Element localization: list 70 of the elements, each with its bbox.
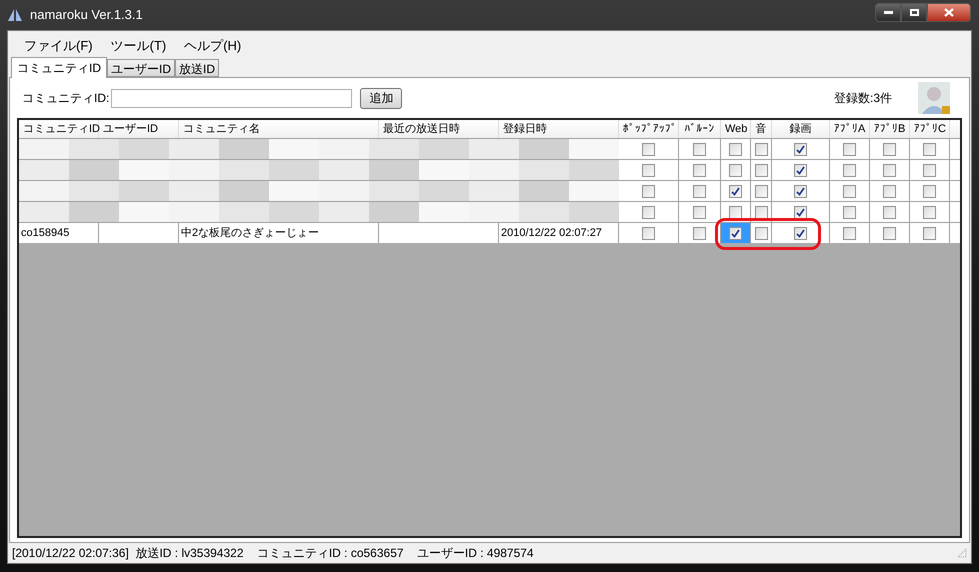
checkbox[interactable] <box>693 226 706 240</box>
checkbox[interactable] <box>843 142 856 156</box>
tab[interactable]: コミュニティID <box>11 57 107 78</box>
checkbox[interactable] <box>693 184 706 198</box>
checkbox[interactable] <box>883 226 896 240</box>
checkbox[interactable] <box>794 164 807 176</box>
checkbox[interactable] <box>794 184 807 198</box>
checkbox[interactable] <box>883 206 896 218</box>
checkbox[interactable] <box>794 206 807 218</box>
checkbox[interactable] <box>642 142 655 156</box>
checkbox[interactable] <box>729 142 742 156</box>
checkbox[interactable] <box>754 164 768 176</box>
tab[interactable]: ユーザーID <box>107 59 175 77</box>
checkbox[interactable] <box>843 226 856 240</box>
checkbox[interactable] <box>923 226 936 240</box>
menu-item[interactable]: ツール(T) <box>110 36 166 56</box>
checkmark-icon <box>796 186 805 196</box>
status-text: [2010/12/22 02:07:36] 放送ID : lv35394322 コミュニティID : co563657 ユーザーID : 4987574 <box>12 545 534 562</box>
checkbox[interactable] <box>794 226 807 240</box>
checkbox[interactable] <box>883 184 896 198</box>
checkbox[interactable] <box>843 184 856 198</box>
checkbox[interactable] <box>693 142 706 156</box>
checkbox[interactable] <box>642 226 655 240</box>
checkmark-icon <box>796 208 805 216</box>
avatar-icon <box>918 82 950 114</box>
maximize-button[interactable] <box>901 2 927 22</box>
menu-item[interactable]: ファイル(F) <box>24 36 93 56</box>
checkmark-icon <box>731 228 740 238</box>
checkbox[interactable] <box>923 142 936 156</box>
table-cell[interactable] <box>721 223 751 243</box>
checkbox[interactable] <box>883 142 896 156</box>
input-field[interactable] <box>111 88 352 108</box>
checkbox[interactable] <box>693 206 706 218</box>
checkbox[interactable] <box>754 184 768 198</box>
count-label: 登録数:3件 <box>834 90 892 107</box>
checkbox[interactable] <box>923 206 936 218</box>
checkbox[interactable] <box>923 164 936 176</box>
checkbox[interactable] <box>883 164 896 176</box>
close-button[interactable] <box>927 2 971 22</box>
checkbox[interactable] <box>729 206 742 218</box>
checkbox[interactable] <box>729 226 742 240</box>
checkbox[interactable] <box>642 206 655 218</box>
checkbox[interactable] <box>843 164 856 176</box>
tab[interactable]: 放送ID <box>175 59 219 77</box>
checkmark-icon <box>731 186 740 196</box>
field-label: コミュニティID: <box>22 90 110 107</box>
checkbox[interactable] <box>642 184 655 198</box>
checkmark-icon <box>796 144 805 154</box>
checkbox[interactable] <box>794 142 807 156</box>
close-icon <box>944 8 954 16</box>
minimize-button[interactable] <box>875 2 901 22</box>
menu-item[interactable]: ヘルプ(H) <box>184 36 242 56</box>
checkmark-icon <box>796 166 805 174</box>
checkbox[interactable] <box>729 184 742 198</box>
window-title: namaroku Ver.1.3.1 <box>30 6 143 24</box>
checkbox[interactable] <box>754 142 768 156</box>
resize-grip-icon <box>957 548 967 558</box>
checkbox[interactable] <box>729 164 742 176</box>
app-logo-icon <box>8 9 22 21</box>
add-button[interactable]: 追加 <box>360 88 402 108</box>
table-cell: co158945 <box>19 223 99 243</box>
checkbox[interactable] <box>754 226 768 240</box>
checkbox[interactable] <box>923 184 936 198</box>
checkbox[interactable] <box>693 164 706 176</box>
checkbox[interactable] <box>754 206 768 218</box>
checkmark-icon <box>796 228 805 238</box>
checkbox[interactable] <box>642 164 655 176</box>
checkbox[interactable] <box>843 206 856 218</box>
table-cell: 中2な板尾のさぎょーじょー <box>179 223 379 243</box>
table-cell: 2010/12/22 02:07:27 <box>499 223 619 243</box>
